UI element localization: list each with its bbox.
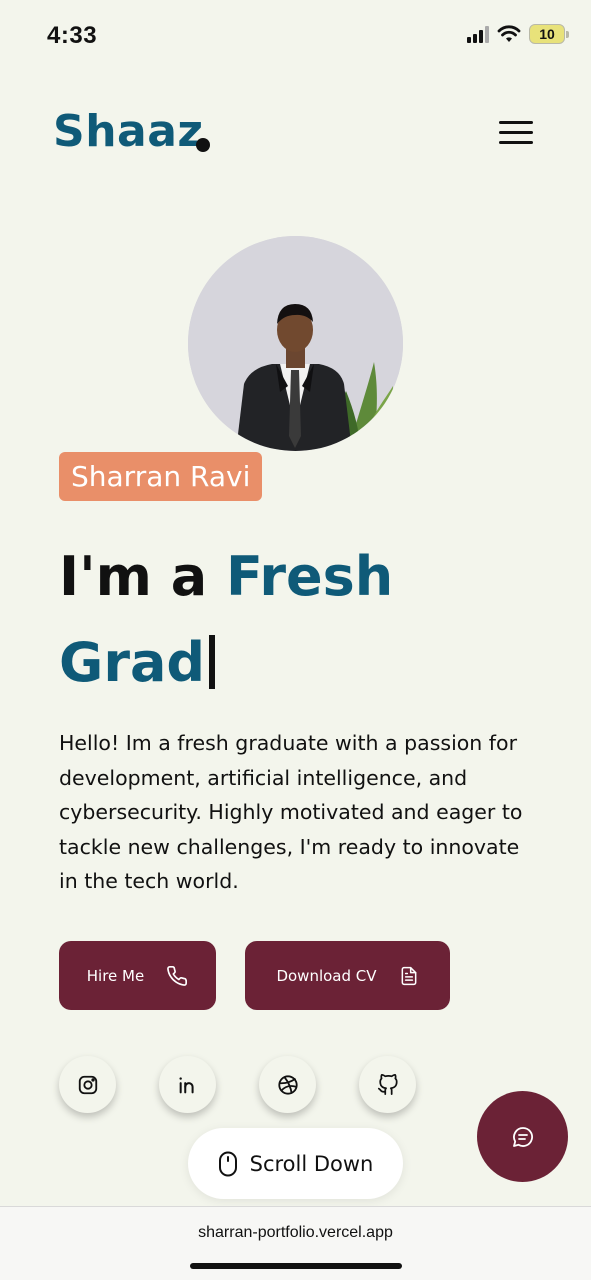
github-icon — [377, 1073, 398, 1095]
hire-me-label: Hire Me — [86, 966, 145, 985]
instagram-icon — [78, 1075, 97, 1094]
hamburger-icon — [499, 121, 533, 124]
wifi-icon — [497, 25, 521, 42]
status-time: 4:33 — [47, 22, 98, 49]
dribbble-link[interactable] — [259, 1056, 316, 1113]
mouse-icon — [218, 1151, 237, 1176]
site-logo[interactable]: Shaaz — [53, 106, 204, 157]
download-cv-label: Download CV — [276, 966, 377, 985]
headline-accent-1: Fresh — [225, 545, 394, 608]
hire-me-button[interactable]: Hire Me — [59, 941, 216, 1010]
hamburger-menu-button[interactable] — [499, 121, 535, 147]
battery-indicator: 10 — [529, 24, 569, 44]
bio-paragraph: Hello! Im a fresh graduate with a passio… — [59, 731, 523, 893]
headline: I'm a Fresh Grad — [59, 534, 539, 706]
headline-accent-2: Grad — [59, 631, 206, 694]
scroll-down-label: Scroll Down — [249, 1151, 374, 1176]
home-indicator — [190, 1263, 402, 1269]
linkedin-icon — [178, 1076, 194, 1093]
logo-dot — [196, 138, 210, 152]
browser-url-bar: sharran-portfolio.vercel.app — [0, 1206, 591, 1280]
chat-button[interactable] — [477, 1091, 568, 1182]
github-link[interactable] — [359, 1056, 416, 1113]
status-icons: 10 — [467, 24, 569, 44]
profile-avatar — [188, 236, 403, 451]
scroll-down-button[interactable]: Scroll Down — [188, 1128, 403, 1199]
document-icon — [401, 966, 416, 985]
cellular-signal-icon — [467, 25, 489, 43]
dribbble-icon — [277, 1074, 298, 1095]
instagram-link[interactable] — [59, 1056, 116, 1113]
chat-icon — [512, 1126, 533, 1147]
name-badge: Sharran Ravi — [59, 452, 263, 501]
url-text[interactable]: sharran-portfolio.vercel.app — [0, 1224, 591, 1242]
phone-icon — [167, 965, 188, 986]
download-cv-button[interactable]: Download CV — [245, 941, 450, 1010]
linkedin-link[interactable] — [159, 1056, 216, 1113]
headline-prefix: I'm a — [59, 545, 226, 608]
status-bar: 4:33 10 — [0, 0, 591, 70]
typing-cursor — [209, 635, 216, 689]
